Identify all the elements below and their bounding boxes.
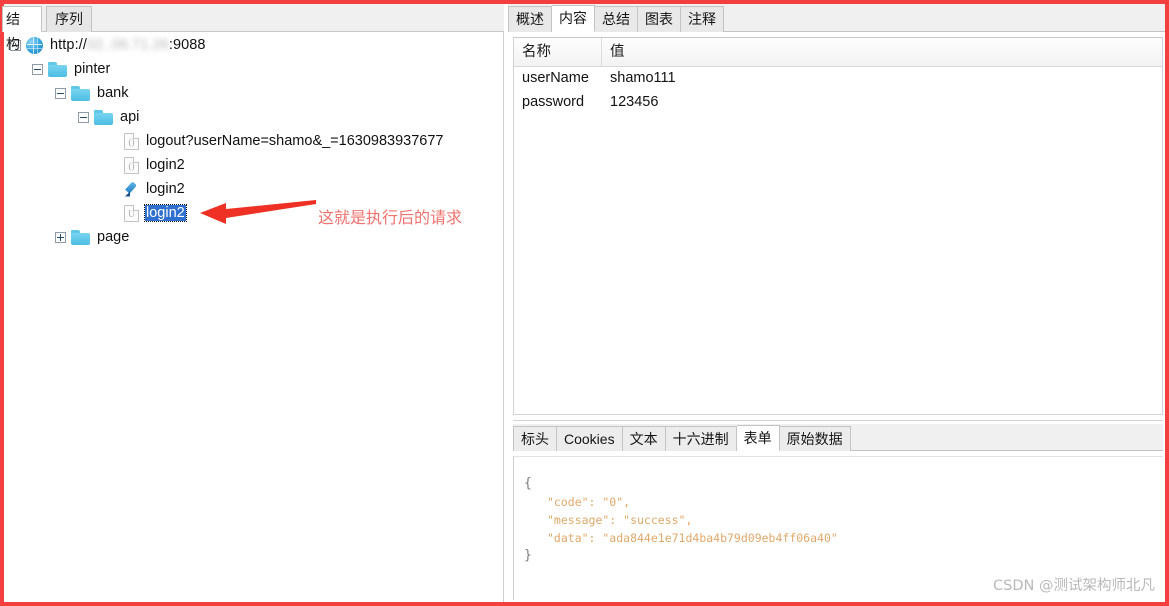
left-tree-panel: 结构 序列 http://02..06.71.26:9088 pinter ba…	[2, 4, 504, 602]
tab-headers[interactable]: 标头	[513, 426, 557, 451]
tree-node-logout-request-label: logout?userName=shamo&_=1630983937677	[146, 133, 444, 149]
tab-content[interactable]: 内容	[552, 5, 595, 32]
tree-node-page-label: page	[97, 229, 130, 245]
inspector-tab-strip: 概述 内容 总结 图表 注释	[508, 4, 1165, 32]
url-prefix: http://	[50, 37, 87, 53]
tab-raw-data-label: 原始数据	[786, 431, 843, 447]
unsent-document-icon: U	[124, 204, 139, 222]
tab-comment-label: 注释	[688, 11, 716, 27]
request-tree[interactable]: http://02..06.71.26:9088 pinter bank api	[4, 33, 503, 601]
folder-icon	[71, 85, 90, 101]
tab-form-label: 表单	[743, 430, 772, 446]
request-document-icon: ()	[124, 132, 139, 150]
unsent-document-icon-glyph: U	[128, 208, 135, 219]
expand-toggle-icon[interactable]	[55, 231, 66, 243]
table-row[interactable]: password 123456	[514, 91, 1162, 115]
expand-toggle-icon[interactable]	[32, 63, 43, 75]
tree-node-logout-request[interactable]: () logout?userName=shamo&_=1630983937677	[4, 129, 503, 153]
tab-sequence-label: 序列	[55, 11, 83, 27]
form-parameters-grid[interactable]: 名称 值 userName shamo111 password 123456	[513, 37, 1163, 415]
expand-toggle-icon[interactable]	[78, 111, 89, 123]
json-close-brace: }	[524, 548, 532, 563]
tab-cookies[interactable]: Cookies	[557, 426, 623, 451]
tree-node-login2-script[interactable]: login2	[4, 177, 503, 201]
tab-cookies-label: Cookies	[564, 431, 615, 447]
tab-form[interactable]: 表单	[736, 425, 780, 451]
request-document-icon-glyph: ()	[128, 136, 135, 147]
tab-sequence[interactable]: 序列	[46, 6, 92, 32]
tab-summary-label: 总结	[602, 11, 630, 27]
tab-overview-label: 概述	[516, 11, 544, 27]
panel-divider	[513, 420, 1163, 421]
request-document-icon: ()	[124, 156, 139, 174]
tab-structure-label: 结构	[6, 11, 20, 52]
json-open-brace: {	[524, 476, 532, 491]
column-header-name[interactable]: 名称	[514, 38, 602, 66]
tab-hex-label: 十六进制	[672, 431, 729, 447]
tab-comment[interactable]: 注释	[681, 6, 724, 32]
param-name: userName	[522, 70, 589, 86]
url-blurred-host: 02..06.71.26	[86, 37, 169, 53]
param-value: shamo111	[610, 70, 676, 86]
csdn-watermark: CSDN @测试架构师北凡	[993, 578, 1155, 594]
tab-text[interactable]: 文本	[622, 426, 666, 451]
json-line-code: "code": "0",	[547, 495, 631, 509]
tree-node-login2-executed-label: login2	[144, 204, 187, 222]
tab-overview[interactable]: 概述	[508, 6, 552, 32]
tab-raw-data[interactable]: 原始数据	[779, 426, 851, 451]
tab-headers-label: 标头	[521, 431, 549, 447]
globe-icon	[26, 36, 43, 54]
json-line-data: "data": "ada844e1e71d4ba4b79d09eb4ff06a4…	[547, 531, 838, 545]
annotation-text: 这就是执行后的请求	[318, 208, 463, 227]
inspector-panel: 概述 内容 总结 图表 注释 名称 值 userName shamo111 pa…	[508, 4, 1165, 602]
tab-content-label: 内容	[559, 10, 587, 26]
annotated-screenshot-frame: 结构 序列 http://02..06.71.26:9088 pinter ba…	[0, 0, 1169, 606]
tab-summary[interactable]: 总结	[595, 6, 638, 32]
tree-node-root-label: http://02..06.71.26:9088	[49, 37, 207, 53]
tab-chart-label: 图表	[645, 11, 673, 27]
left-tab-strip: 结构 序列	[2, 4, 504, 52]
expand-toggle-icon[interactable]	[55, 87, 66, 99]
tree-node-login2-script-label: login2	[146, 181, 185, 197]
param-name: password	[522, 94, 585, 110]
tree-node-api-label: api	[120, 109, 140, 125]
pen-icon	[124, 181, 139, 198]
response-tab-strip: 标头 Cookies 文本 十六进制 表单 原始数据	[513, 424, 1163, 451]
folder-icon	[48, 61, 67, 77]
column-header-value[interactable]: 值	[602, 38, 1162, 66]
tree-node-bank[interactable]: bank	[4, 81, 503, 105]
tree-node-login2-request[interactable]: () login2	[4, 153, 503, 177]
tree-node-root[interactable]: http://02..06.71.26:9088	[4, 33, 503, 57]
folder-icon	[71, 229, 90, 245]
tree-node-login2-request-label: login2	[146, 157, 185, 173]
tree-node-bank-label: bank	[97, 85, 129, 101]
tab-hex[interactable]: 十六进制	[665, 426, 737, 451]
tab-chart[interactable]: 图表	[638, 6, 681, 32]
tree-node-page[interactable]: page	[4, 225, 503, 249]
json-line-message: "message": "success",	[547, 513, 693, 527]
param-value: 123456	[610, 94, 659, 110]
folder-icon	[94, 109, 113, 125]
tree-node-pinter[interactable]: pinter	[4, 57, 503, 81]
tab-text-label: 文本	[629, 431, 658, 447]
tree-node-pinter-label: pinter	[74, 61, 111, 77]
tree-node-api[interactable]: api	[4, 105, 503, 129]
table-row[interactable]: userName shamo111	[514, 67, 1162, 91]
request-document-icon-glyph: ()	[128, 160, 135, 171]
grid-header-row: 名称 值	[514, 38, 1162, 67]
url-port: :9088	[168, 37, 206, 53]
tab-structure[interactable]: 结构	[2, 6, 42, 52]
